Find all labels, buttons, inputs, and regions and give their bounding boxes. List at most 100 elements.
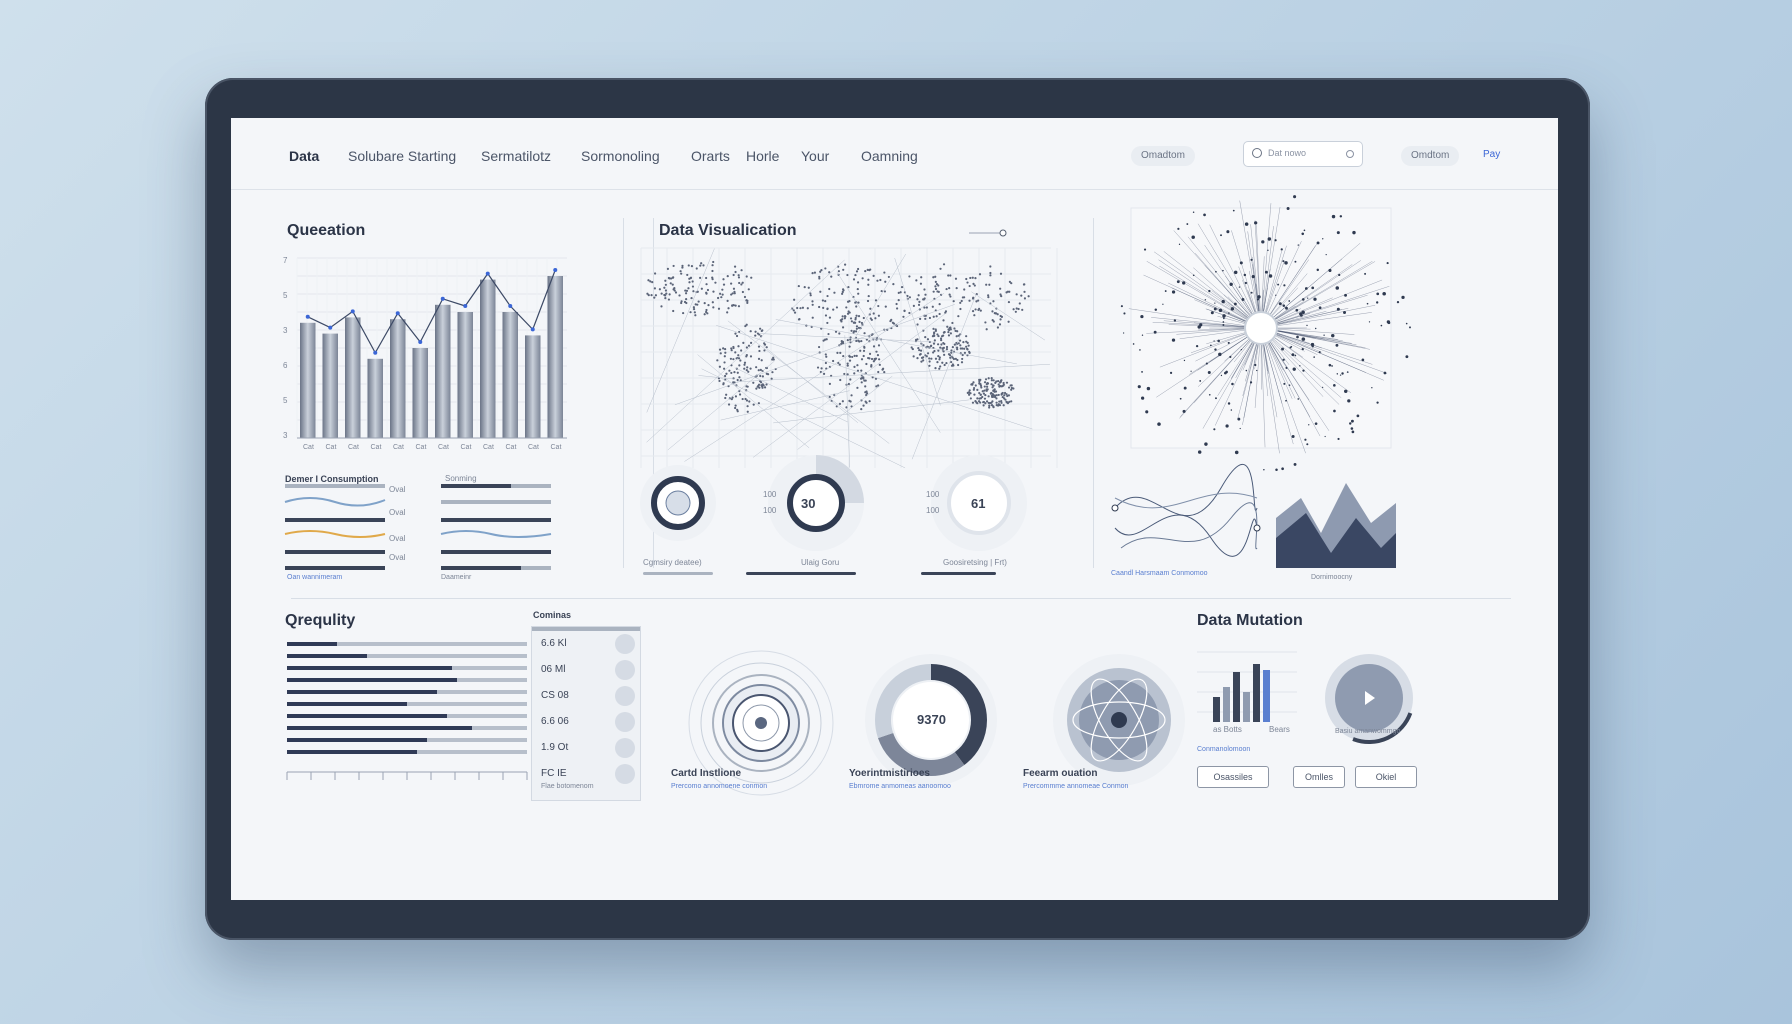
nav-pill-right[interactable]: Omdtom: [1401, 146, 1460, 166]
nav-pay-link[interactable]: Pay: [1483, 149, 1500, 160]
burst-dot: [1164, 290, 1167, 292]
burst-dot: [1301, 310, 1305, 315]
action-button-2[interactable]: Omlles: [1293, 766, 1345, 788]
panel1-foot-left: Oan wannimeram: [287, 574, 343, 581]
map-dot: [968, 284, 971, 288]
map-dot: [932, 342, 936, 345]
map-dot: [954, 357, 957, 360]
nav-item-7[interactable]: Oamning: [861, 148, 918, 164]
map-dot: [974, 400, 977, 403]
burst-dot: [1183, 386, 1187, 390]
burst-dot: [1325, 254, 1327, 256]
burst-dot: [1218, 308, 1223, 312]
list-item[interactable]: 6.6 06: [541, 716, 569, 727]
map-dot: [757, 345, 761, 348]
map-dot: [754, 334, 757, 337]
map-dot: [932, 315, 935, 318]
map-dot: [957, 315, 960, 318]
map-dot: [1015, 293, 1018, 296]
burst-dot: [1234, 450, 1239, 455]
burst-dot: [1182, 281, 1186, 285]
burst-dot: [1190, 370, 1192, 372]
map-dot: [937, 334, 940, 338]
map-dot: [712, 290, 715, 293]
nav-item-1[interactable]: Solubare Starting: [348, 148, 456, 164]
map-dot: [841, 315, 844, 318]
map-dot: [726, 299, 729, 302]
map-dot: [971, 401, 975, 404]
map-dot: [832, 308, 835, 311]
map-dot: [939, 365, 942, 368]
map-dot: [868, 352, 872, 355]
clear-icon[interactable]: [1346, 150, 1354, 158]
nav-item-5[interactable]: Horle: [746, 148, 779, 164]
map-dot: [937, 290, 940, 293]
map-dot: [945, 345, 949, 349]
list-item-toggle-icon[interactable]: [615, 660, 635, 680]
slider-control[interactable]: [969, 228, 1009, 238]
connection-line: [911, 294, 977, 460]
value-bar: [287, 654, 367, 658]
map-dot: [949, 326, 952, 329]
map-dot: [922, 344, 925, 347]
burst-dot: [1256, 298, 1260, 301]
map-dot: [966, 281, 969, 284]
map-dot: [916, 357, 919, 360]
row-value: Oval: [389, 553, 406, 562]
map-dot: [759, 368, 762, 371]
map-dot: [884, 305, 887, 308]
burst-dot: [1230, 409, 1233, 411]
nav-pill-left[interactable]: Omadtom: [1131, 146, 1195, 166]
burst-dot: [1204, 442, 1208, 446]
map-dot: [853, 321, 856, 324]
map-dot: [963, 351, 967, 354]
map-dot: [738, 376, 741, 379]
map-dot: [983, 397, 987, 400]
map-dot: [941, 361, 944, 364]
gauge-tick: 100: [763, 490, 777, 499]
burst-dot: [1154, 308, 1158, 311]
list-item-toggle-icon[interactable]: [615, 738, 635, 758]
burst-dot: [1288, 384, 1291, 387]
map-dot: [821, 299, 824, 302]
nav-brand[interactable]: Data: [289, 148, 319, 164]
map-dot: [733, 371, 736, 374]
list-item[interactable]: CS 08: [541, 690, 569, 701]
list-item-toggle-icon[interactable]: [615, 764, 635, 784]
burst-dot: [1376, 401, 1379, 404]
map-dot: [968, 389, 971, 392]
nav-item-3[interactable]: Sormonoling: [581, 148, 660, 164]
list-item[interactable]: 6.6 Kl: [541, 638, 567, 649]
map-dot: [718, 365, 721, 368]
burst-dot: [1336, 373, 1339, 375]
burst-dot: [1324, 435, 1326, 438]
list-item[interactable]: 06 Ml: [541, 664, 565, 675]
map-dot: [981, 390, 984, 393]
nav-item-6[interactable]: Your: [801, 148, 829, 164]
action-button-3[interactable]: Okiel: [1355, 766, 1417, 788]
burst-dot: [1169, 371, 1173, 375]
action-button-1[interactable]: Osassiles: [1197, 766, 1269, 788]
burst-dot: [1382, 291, 1386, 296]
map-dot: [772, 358, 775, 361]
burst-dot: [1386, 262, 1389, 265]
list-item-toggle-icon[interactable]: [615, 634, 635, 654]
list-item[interactable]: 1.9 Ot: [541, 742, 568, 753]
list-item[interactable]: FC IE: [541, 768, 567, 779]
list-item-toggle-icon[interactable]: [615, 712, 635, 732]
map-dot: [948, 286, 951, 290]
list-item-toggle-icon[interactable]: [615, 686, 635, 706]
map-dot: [987, 296, 990, 299]
map-dot: [706, 288, 710, 292]
nav-item-4[interactable]: Orarts: [691, 148, 730, 164]
burst-dot: [1222, 314, 1226, 318]
map-dot: [952, 357, 956, 361]
nav-item-2[interactable]: Sermatilotz: [481, 148, 551, 164]
map-dot: [692, 308, 696, 311]
gauge-1: [640, 465, 716, 541]
map-dot: [838, 332, 841, 335]
search-box[interactable]: Dat nowo: [1243, 141, 1363, 167]
map-dot: [940, 343, 943, 346]
map-dot: [985, 400, 989, 403]
bar: [547, 276, 563, 438]
